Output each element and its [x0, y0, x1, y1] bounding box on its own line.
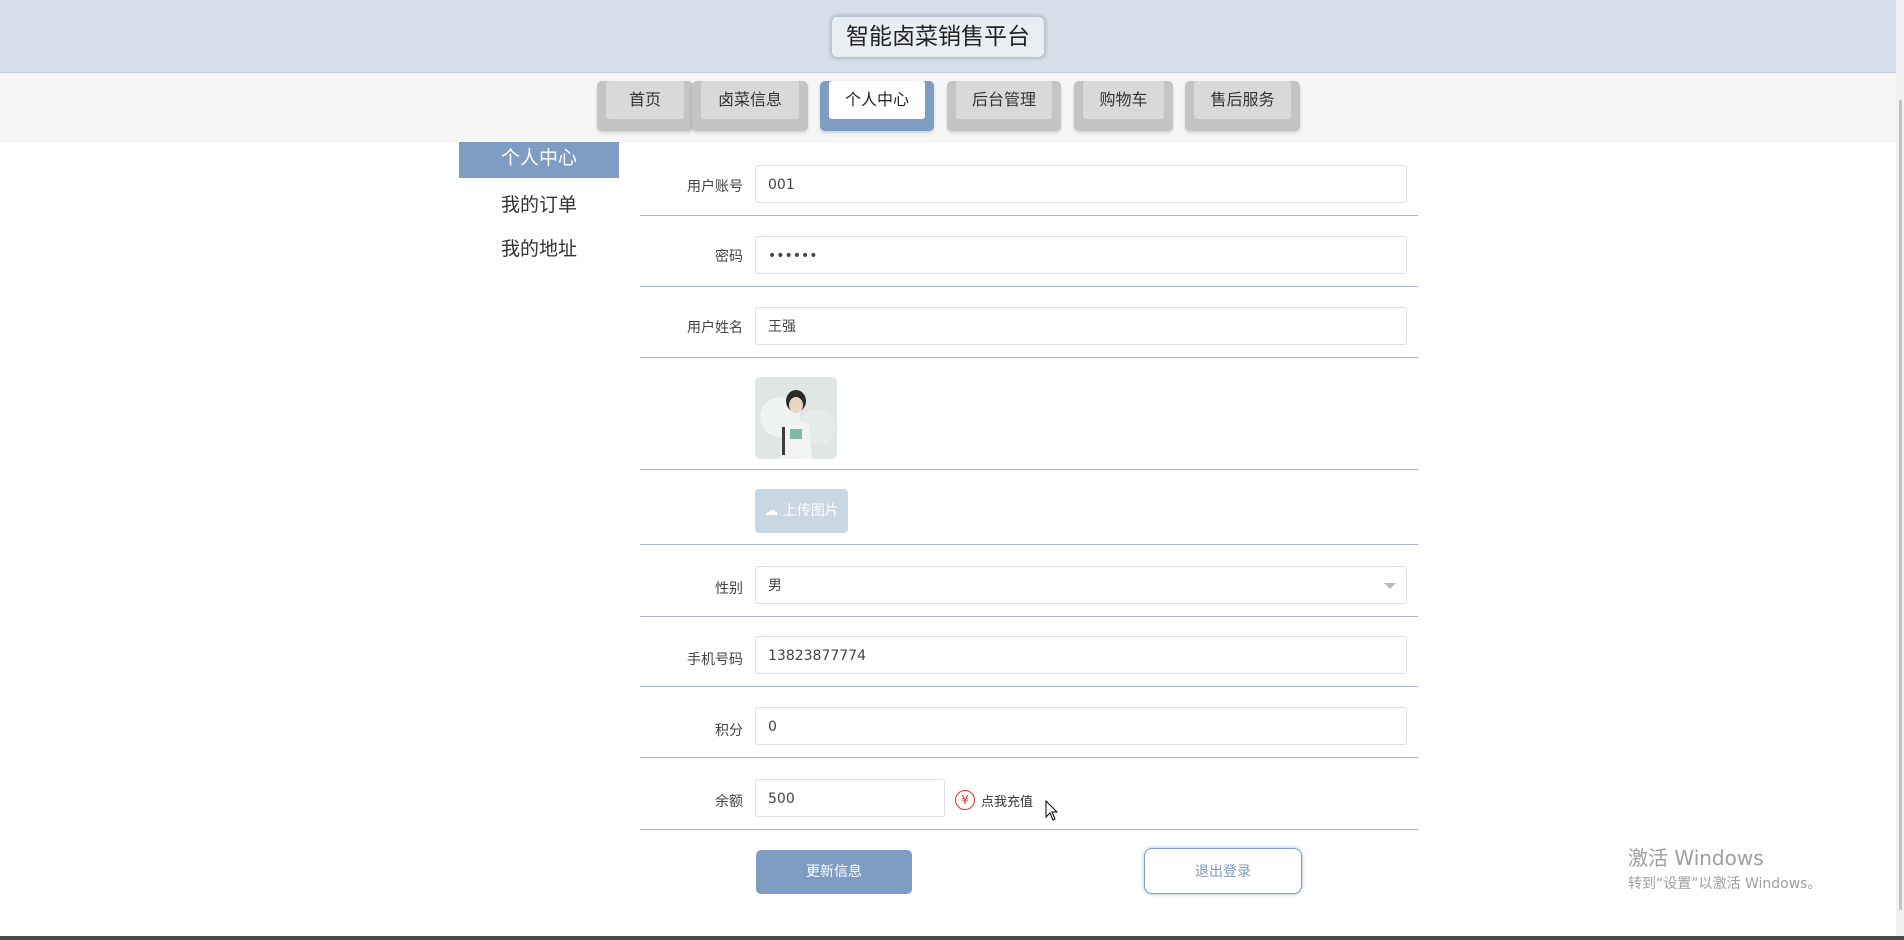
tab-admin[interactable]: 后台管理	[947, 81, 1061, 131]
form-row-upload: ☁ 上传图片	[640, 469, 1418, 545]
balance-label: 余额	[715, 794, 743, 810]
tab-home-label: 首页	[606, 81, 684, 119]
form-row-gender: 性别 男	[640, 544, 1418, 617]
form-row-account: 用户账号 001	[640, 142, 1418, 216]
form-row-name: 用户姓名 王强	[640, 286, 1418, 358]
tab-cart[interactable]: 购物车	[1074, 81, 1173, 131]
balance-field[interactable]: 500	[755, 779, 945, 817]
tab-admin-label: 后台管理	[956, 81, 1052, 119]
yen-icon: ¥	[955, 790, 975, 810]
gender-value: 男	[768, 578, 782, 594]
password-label: 密码	[715, 249, 743, 265]
taskbar-edge	[0, 936, 1904, 940]
tab-product-info[interactable]: 卤菜信息	[692, 81, 808, 131]
tab-after-sales[interactable]: 售后服务	[1185, 81, 1300, 131]
form-row-avatar	[640, 357, 1418, 470]
recharge-label: 点我充值	[981, 794, 1034, 810]
account-label: 用户账号	[687, 179, 743, 195]
sidebar-item-my-address[interactable]: 我的地址	[459, 230, 619, 274]
gender-label: 性别	[715, 581, 743, 597]
points-field[interactable]: 0	[755, 707, 1407, 745]
phone-label: 手机号码	[687, 652, 743, 668]
avatar	[755, 377, 837, 459]
upload-image-button[interactable]: ☁ 上传图片	[755, 489, 848, 533]
form-row-balance: 余额 500 ¥ 点我充值	[640, 757, 1418, 830]
recharge-link[interactable]: ¥ 点我充值	[955, 788, 1033, 812]
form-row-phone: 手机号码 13823877774	[640, 616, 1418, 687]
name-field[interactable]: 王强	[755, 307, 1407, 345]
scrollbar-thumb[interactable]	[1899, 100, 1902, 910]
account-field[interactable]: 001	[755, 165, 1407, 203]
name-label: 用户姓名	[687, 320, 743, 336]
form-row-points: 积分 0	[640, 686, 1418, 758]
update-info-button[interactable]: 更新信息	[756, 850, 912, 894]
windows-activation-watermark: 激活 Windows 转到“设置”以激活 Windows。	[1628, 842, 1821, 893]
site-title: 智能卤菜销售平台	[831, 16, 1045, 58]
tab-after-sales-label: 售后服务	[1194, 81, 1291, 119]
tab-home[interactable]: 首页	[597, 81, 693, 131]
upload-image-label: 上传图片	[782, 503, 839, 519]
chevron-down-icon	[1384, 583, 1396, 589]
header: 智能卤菜销售平台	[0, 0, 1904, 73]
sidebar-item-personal-center[interactable]: 个人中心	[459, 142, 619, 178]
tab-cart-label: 购物车	[1083, 81, 1164, 119]
gender-select[interactable]: 男	[755, 566, 1407, 604]
tab-personal-center-label: 个人中心	[829, 81, 925, 119]
watermark-line2: 转到“设置”以激活 Windows。	[1628, 876, 1822, 892]
tab-product-info-label: 卤菜信息	[701, 81, 799, 119]
cloud-upload-icon: ☁	[764, 503, 779, 519]
points-label: 积分	[715, 723, 743, 739]
sidebar-item-my-orders[interactable]: 我的订单	[459, 186, 619, 230]
tab-personal-center[interactable]: 个人中心	[820, 81, 934, 131]
logout-button[interactable]: 退出登录	[1144, 848, 1302, 894]
nav-bar: 首页 卤菜信息 个人中心 后台管理 购物车 售后服务	[0, 73, 1904, 143]
sidebar: 个人中心 我的订单 我的地址	[459, 142, 619, 274]
phone-field[interactable]: 13823877774	[755, 636, 1407, 674]
form-row-password: 密码 ••••••	[640, 215, 1418, 287]
watermark-line1: 激活 Windows	[1628, 846, 1764, 870]
mouse-cursor-icon	[1045, 800, 1059, 821]
password-field[interactable]: ••••••	[755, 236, 1407, 274]
